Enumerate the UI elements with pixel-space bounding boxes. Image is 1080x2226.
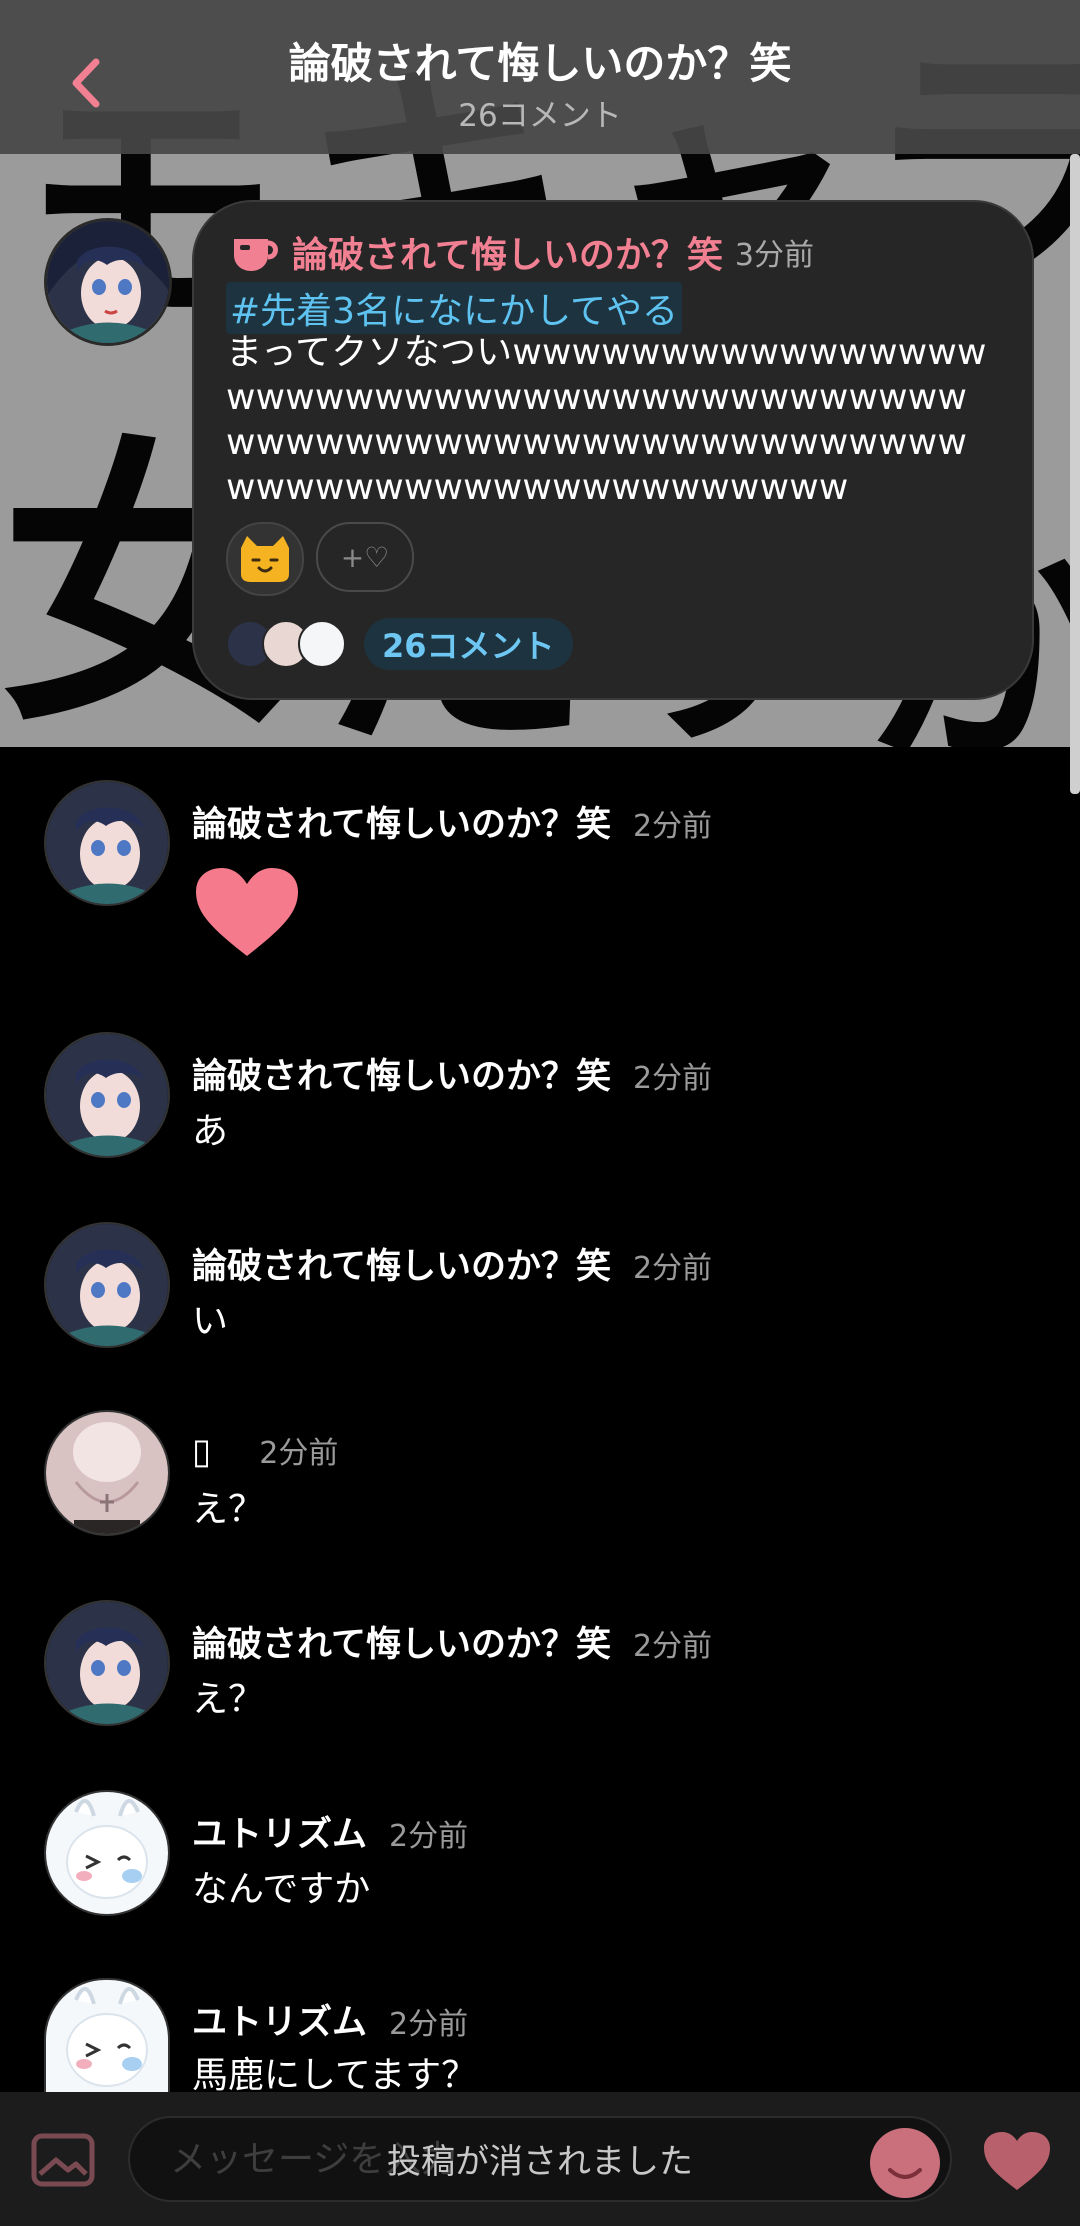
post-header: 論破されて悔しいのか？笑 3分前 (230, 226, 814, 278)
comment-text: い (192, 1301, 229, 1342)
comment-author[interactable]: ▯ (192, 1432, 211, 1472)
comment-text: なんですか (192, 1869, 371, 1910)
image-icon (31, 2133, 95, 2187)
comment-time: 2分前 (389, 2007, 469, 2042)
smile-face-icon (888, 2168, 922, 2179)
like-heart-icon[interactable] (982, 2130, 1052, 2192)
comment-author[interactable]: ユトリズム (192, 1994, 367, 2045)
post-author-name[interactable]: 論破されて悔しいのか？笑 (292, 226, 723, 278)
comment-avatar[interactable] (44, 1790, 170, 1916)
post-body-text: まってクソなついwwwwwwwwwwwwwwwwwwwwwwwwwwwwwwww… (226, 332, 987, 508)
comment-avatar[interactable] (44, 1410, 170, 1536)
emoji-button[interactable] (870, 2128, 940, 2198)
photo-button[interactable] (30, 2132, 96, 2188)
comment-time: 2分前 (389, 1819, 469, 1854)
post-card[interactable]: 論破されて悔しいのか？笑 3分前 #先着3名になにかしてやる まってクソなついw… (192, 200, 1034, 700)
comment-count-subtitle: 26コメント (458, 98, 622, 134)
comment-count-button[interactable]: 26コメント (364, 618, 573, 670)
comment-avatar[interactable] (44, 780, 170, 906)
comment-avatar[interactable] (44, 1978, 170, 2096)
comment-text: え？ (192, 1679, 265, 1720)
comment-avatar[interactable] (44, 1032, 170, 1158)
comment-text: 馬鹿にしてます？ (192, 2055, 478, 2096)
cat-face-icon (241, 536, 289, 582)
heart-sticker-icon (196, 868, 298, 956)
mini-avatar (298, 620, 346, 668)
post-timestamp: 3分前 (734, 238, 815, 273)
comment-author[interactable]: 論破されて悔しいのか？笑 (192, 796, 611, 847)
post-author-avatar[interactable] (44, 218, 172, 346)
message-input[interactable] (128, 2116, 952, 2202)
comment-time: 2分前 (632, 809, 713, 844)
commenter-avatars (226, 620, 346, 668)
comment-author[interactable]: 論破されて悔しいのか？笑 (192, 1238, 611, 1289)
page-title: 論破されて悔しいのか？笑 (288, 39, 792, 88)
comment-avatar[interactable] (44, 1600, 170, 1726)
comment-text: え？ (192, 1489, 265, 1530)
coffee-cup-icon (234, 239, 278, 271)
comment-time: 2分前 (259, 1436, 339, 1471)
comment-time: 2分前 (632, 1629, 713, 1664)
top-header: 論破されて悔しいのか？笑 26コメント (0, 0, 1080, 154)
comment-time: 2分前 (632, 1061, 713, 1096)
reaction-cat-emoji[interactable] (226, 522, 304, 596)
comment-author[interactable]: ユトリズム (192, 1806, 367, 1857)
comment-author[interactable]: 論破されて悔しいのか？笑 (192, 1048, 611, 1099)
scrollbar[interactable] (1070, 154, 1080, 794)
comment-author[interactable]: 論破されて悔しいのか？笑 (192, 1616, 611, 1667)
comment-text: あ (192, 1111, 229, 1152)
post-hashtag[interactable]: #先着3名になにかしてやる (226, 282, 682, 334)
comment-time: 2分前 (632, 1251, 713, 1286)
add-reaction-button[interactable]: +♡ (316, 522, 414, 592)
comment-avatar[interactable] (44, 1222, 170, 1348)
